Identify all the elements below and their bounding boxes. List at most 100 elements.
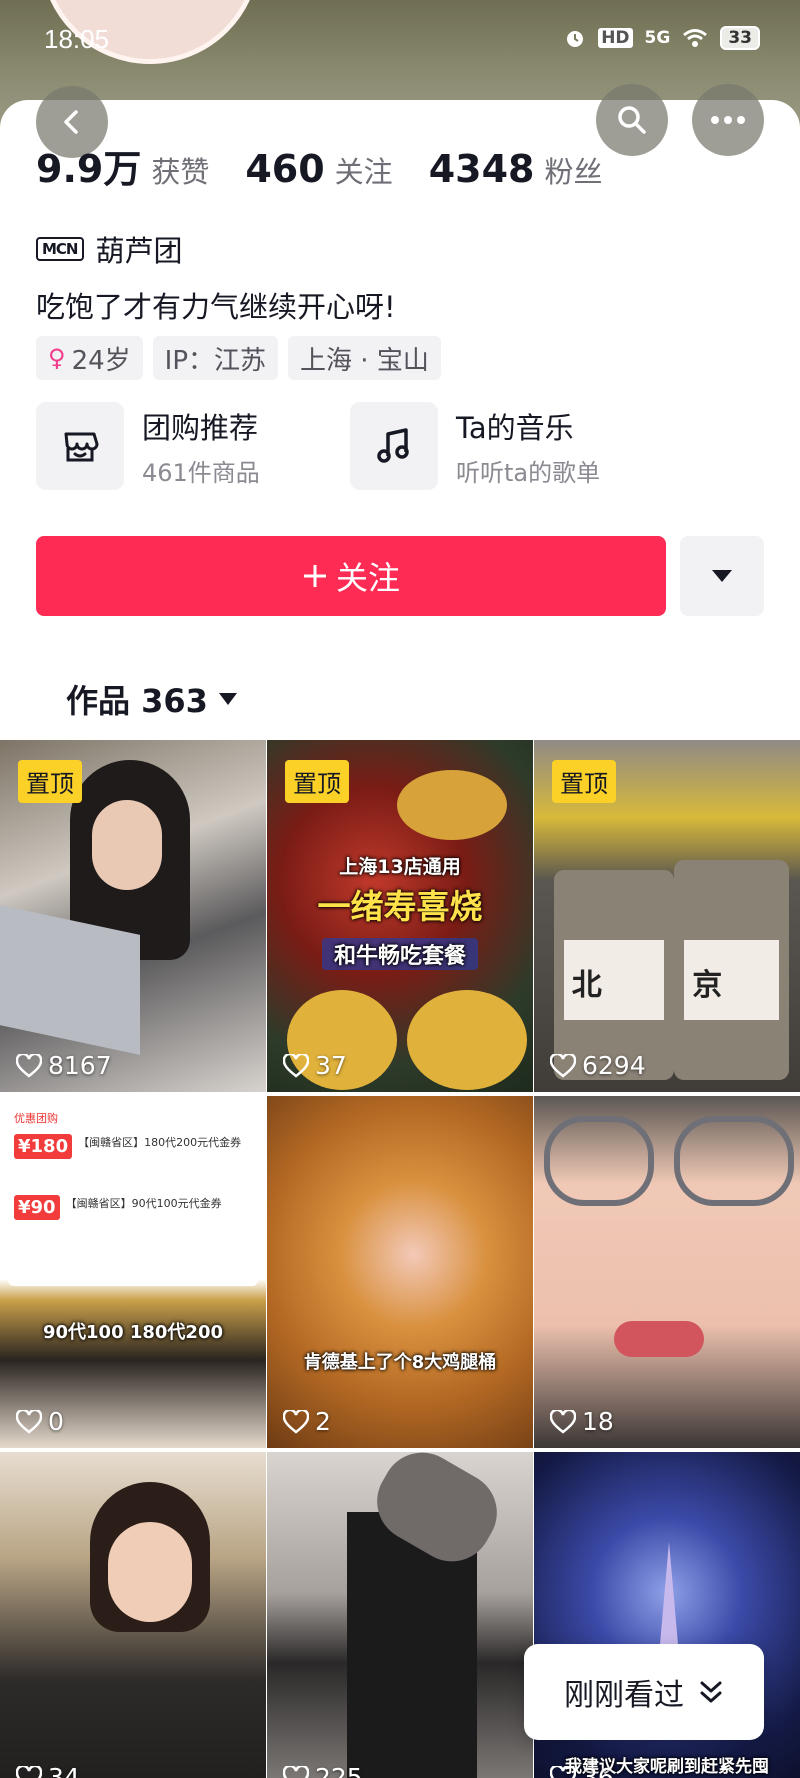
follow-button[interactable]: 关注 (36, 536, 666, 616)
video-overlay-caption: 和牛畅吃套餐 (322, 938, 478, 970)
music-subtitle: 听听ta的歌单 (456, 458, 601, 487)
heart-icon (283, 1765, 309, 1778)
like-count: 36 (550, 1763, 614, 1778)
video-thumbnail (534, 1096, 800, 1448)
status-bar: 18:05 HD 5G 33 (0, 0, 800, 80)
video-card[interactable]: 肯德基上了个8大鸡腿桶 2 (267, 1096, 533, 1448)
heart-icon (16, 1053, 42, 1078)
heart-icon (550, 1053, 576, 1078)
coupon-title: 【闽赣省区】180代200元代金券 (78, 1136, 242, 1149)
group-buy-title: 团购推荐 (142, 410, 259, 445)
status-time: 18:05 (44, 24, 110, 54)
follow-label: 关注 (335, 559, 400, 597)
like-count: 6294 (550, 1051, 646, 1080)
video-card[interactable]: 置顶 上海13店通用 一绪寿喜烧 和牛畅吃套餐 37 (267, 740, 533, 1092)
coupon-price: ¥180 (14, 1134, 73, 1159)
hd-indicator: HD (598, 28, 633, 48)
video-card[interactable]: 18 (534, 1096, 800, 1448)
likes-label: 获赞 (151, 155, 210, 189)
more-icon (711, 116, 745, 124)
more-button[interactable] (692, 84, 764, 156)
mcn-row[interactable]: MCN 葫芦团 (36, 228, 183, 270)
music-text: Ta的音乐 听听ta的歌单 (456, 405, 600, 488)
video-overlay-text: 90代100 180代200 (42, 1322, 224, 1343)
heart-icon (16, 1409, 42, 1434)
music-note-icon (350, 402, 438, 490)
like-count: 2 (283, 1407, 331, 1436)
coupon-price: ¥90 (14, 1195, 60, 1220)
video-thumbnail (267, 1452, 533, 1778)
pinned-badge: 置顶 (285, 760, 349, 803)
caret-down-icon (712, 570, 732, 582)
age-label: 24岁 (71, 345, 131, 376)
location-label: 上海 · 宝山 (300, 345, 429, 376)
video-overlay-title: 一绪寿喜烧 (317, 887, 483, 926)
video-thumbnail (267, 1096, 533, 1448)
profile-stats: 9.9万 获赞 460 关注 4348 粉丝 (36, 138, 638, 193)
location-tag[interactable]: 上海 · 宝山 (288, 336, 441, 380)
coupon-title: 【闽赣省区】90代100元代金券 (65, 1197, 222, 1210)
like-count: 8167 (16, 1051, 112, 1080)
like-count-value: 18 (582, 1407, 614, 1436)
like-count-value: 0 (48, 1407, 64, 1436)
like-count: 225 (283, 1763, 363, 1778)
female-icon: ♀ (48, 344, 66, 372)
video-card[interactable]: 置顶 北 京 6294 (534, 740, 800, 1092)
followers-label[interactable]: 粉丝 (544, 149, 602, 191)
music-entry[interactable]: Ta的音乐 听听ta的歌单 (350, 402, 600, 490)
heart-icon (550, 1409, 576, 1434)
like-count: 34 (16, 1763, 80, 1778)
battery-indicator: 33 (720, 26, 760, 50)
like-count-value: 8167 (48, 1051, 112, 1080)
works-tab-label: 作品 363 (66, 682, 208, 720)
status-icons: HD 5G 33 (564, 26, 760, 50)
heart-icon (550, 1765, 576, 1778)
like-count-value: 2 (315, 1407, 331, 1436)
chevron-left-icon (64, 110, 78, 134)
heart-icon (16, 1765, 42, 1778)
video-card[interactable]: 优惠团购 ¥180 【闽赣省区】180代200元代金券 ¥90 【闽赣省区】90… (0, 1096, 266, 1448)
age-tag: ♀ 24岁 (36, 336, 143, 380)
plus-icon (303, 565, 326, 587)
mcn-name[interactable]: 葫芦团 (96, 228, 183, 270)
pinned-badge: 置顶 (18, 760, 82, 803)
video-card[interactable]: 置顶 8167 (0, 740, 266, 1092)
like-count: 18 (550, 1407, 614, 1436)
coupon-row: ¥180 【闽赣省区】180代200元代金券 (8, 1130, 258, 1163)
video-thumbnail (0, 1452, 266, 1778)
alarm-icon (567, 31, 584, 47)
tab-works[interactable]: 作品 363 (66, 676, 238, 722)
like-count: 37 (283, 1051, 347, 1080)
like-count: 0 (16, 1407, 64, 1436)
video-grid: 置顶 8167 置顶 上海13店通用 一绪寿喜烧 和牛畅吃套餐 37 置顶 北 … (0, 740, 800, 1778)
following-count[interactable]: 460 (245, 147, 324, 191)
like-count-value: 37 (315, 1051, 347, 1080)
ip-label: IP：江苏 (164, 345, 267, 376)
coupon-header: 优惠团购 (14, 1112, 58, 1125)
music-title: Ta的音乐 (456, 410, 574, 445)
network-indicator: 5G (644, 28, 671, 48)
likes-count: 9.9万 (36, 147, 142, 191)
heart-icon (283, 1053, 309, 1078)
like-count-value: 36 (582, 1763, 614, 1778)
pinned-badge: 置顶 (552, 760, 616, 803)
like-count-value: 34 (48, 1763, 80, 1778)
video-card[interactable]: 34 (0, 1452, 266, 1778)
caret-down-icon (218, 693, 237, 705)
video-card[interactable]: 225 (267, 1452, 533, 1778)
recently-viewed-label: 刚刚看过 (564, 1678, 684, 1713)
like-count-value: 225 (315, 1763, 363, 1778)
ip-tag: IP：江苏 (152, 336, 279, 380)
coupon-row: ¥90 【闽赣省区】90代100元代金券 (8, 1191, 258, 1224)
recommend-dropdown-button[interactable] (680, 536, 764, 616)
group-buy-subtitle: 461件商品 (142, 458, 260, 487)
profile-bio: 吃饱了才有力气继续开心呀! (36, 290, 396, 324)
followers-count[interactable]: 4348 (429, 147, 535, 191)
like-count-value: 6294 (582, 1051, 646, 1080)
heart-icon (283, 1409, 309, 1434)
recently-viewed-button[interactable]: 刚刚看过 (524, 1644, 764, 1740)
group-buy-entry[interactable]: 团购推荐 461件商品 (36, 402, 260, 490)
video-overlay-text: 肯德基上了个8大鸡腿桶 (303, 1352, 497, 1373)
following-label[interactable]: 关注 (335, 149, 393, 191)
mcn-badge: MCN (36, 237, 84, 261)
